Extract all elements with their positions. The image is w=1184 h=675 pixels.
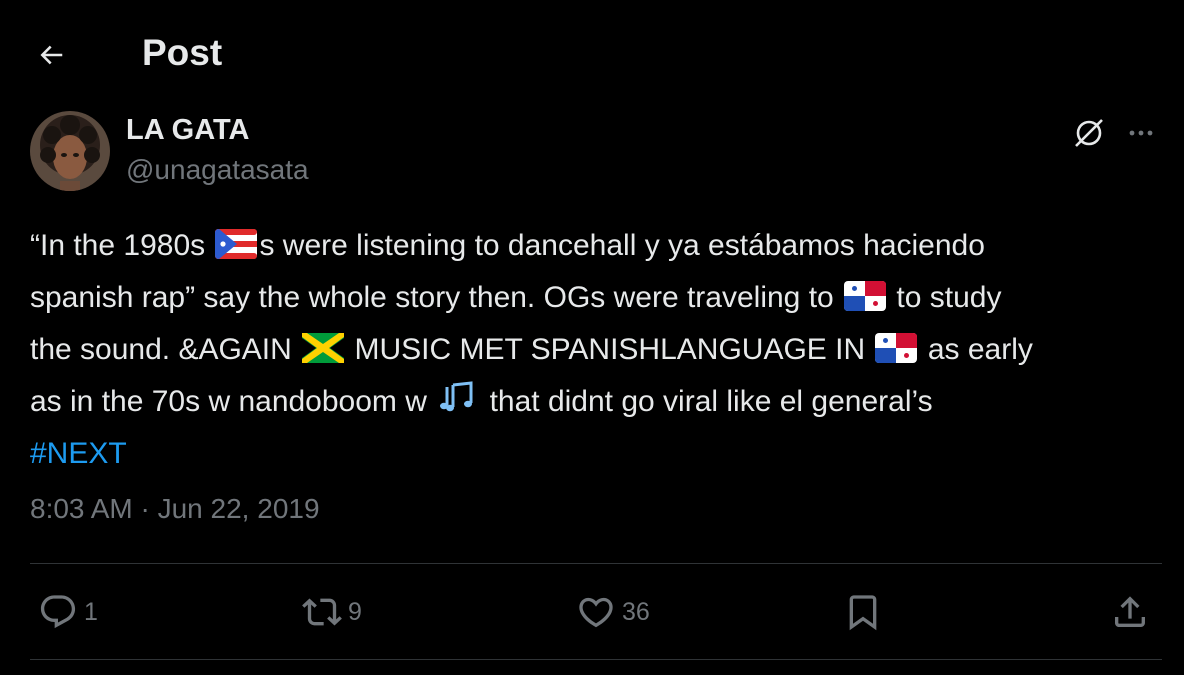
- post-line-4: as in the 70s w nandoboom w that didnt g…: [30, 378, 1170, 430]
- post-line-5: #NEXT: [30, 430, 1170, 478]
- jamaica-flag-icon: [302, 330, 345, 378]
- more-icon: [1129, 130, 1153, 136]
- bookmark-button[interactable]: [843, 580, 883, 644]
- panama-flag-icon: [875, 330, 918, 378]
- like-icon: [579, 597, 613, 628]
- reply-icon: [40, 595, 76, 629]
- like-count: 36: [622, 597, 650, 626]
- grok-icon: [1075, 119, 1103, 147]
- reply-button[interactable]: 1: [38, 580, 98, 644]
- back-arrow-icon: [40, 45, 63, 65]
- musical-notes-icon: [437, 381, 480, 430]
- repost-icon: [302, 598, 342, 626]
- author-name[interactable]: LA GATA: [126, 114, 250, 147]
- avatar[interactable]: [30, 111, 110, 191]
- post-line-2: spanish rap” say the whole story then. O…: [30, 274, 1170, 326]
- repost-count: 9: [348, 597, 362, 626]
- grok-button[interactable]: [1068, 112, 1110, 154]
- like-button[interactable]: 36: [576, 580, 650, 644]
- reply-count: 1: [84, 597, 98, 626]
- top-bar: Post: [0, 0, 1184, 108]
- post-line-1: “In the 1980s s were listening to danceh…: [30, 222, 1170, 274]
- page-title: Post: [142, 32, 223, 73]
- divider: [30, 563, 1162, 564]
- hashtag-link[interactable]: #NEXT: [30, 437, 127, 470]
- post-line-3: the sound. &AGAIN MUSIC MET SPANISHLANGU…: [30, 326, 1170, 378]
- post-text: “In the 1980s s were listening to danceh…: [30, 222, 1170, 478]
- action-bar: 1 9 36: [30, 580, 1162, 644]
- puerto-rico-flag-icon: [215, 226, 258, 274]
- share-icon: [1115, 596, 1145, 627]
- divider: [30, 659, 1162, 660]
- panama-flag-icon: [844, 278, 887, 326]
- repost-button[interactable]: 9: [302, 580, 362, 644]
- back-button[interactable]: [30, 34, 72, 76]
- more-button[interactable]: [1120, 112, 1162, 154]
- bookmark-icon: [849, 595, 877, 631]
- author-handle[interactable]: @unagatasata: [126, 154, 309, 186]
- share-button[interactable]: [1110, 580, 1150, 644]
- post-timestamp[interactable]: 8:03 AM · Jun 22, 2019: [30, 493, 320, 525]
